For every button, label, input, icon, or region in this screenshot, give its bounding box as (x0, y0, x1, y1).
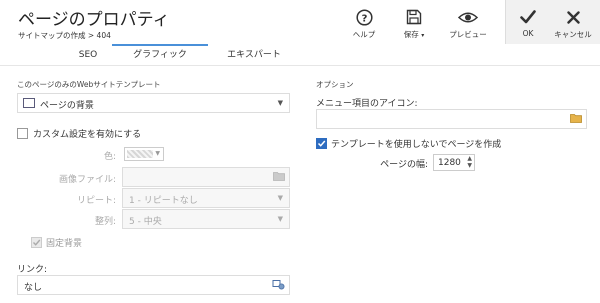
custom-settings-checkbox[interactable] (17, 128, 28, 139)
repeat-value: 1 - リピートなし (129, 196, 198, 206)
template-select[interactable]: ページの背景 ▼ (17, 93, 290, 113)
help-label: ヘルプ (352, 30, 376, 39)
spinner-arrows-icon[interactable]: ▲ ▼ (467, 155, 472, 169)
menu-icon-label: メニュー項目のアイコン: (316, 99, 418, 109)
checkmark-icon (33, 239, 41, 246)
image-file-label: 画像ファイル: (58, 175, 116, 185)
options-section-label: オプション (316, 80, 354, 89)
link-icon (272, 279, 285, 293)
save-button[interactable]: 保存 ▾ (396, 0, 432, 44)
save-label: 保存 ▾ (403, 30, 425, 39)
svg-text:?: ? (361, 13, 367, 24)
tab-graphic[interactable]: グラフィック (112, 44, 208, 66)
preview-label: プレビュー (449, 30, 487, 39)
color-swatch (127, 150, 153, 158)
fixed-background-label: 固定背景 (46, 239, 83, 249)
checkmark-icon (508, 8, 548, 26)
fixed-background-checkbox[interactable] (31, 237, 42, 248)
no-template-label: テンプレートを使用しないでページを作成 (331, 140, 502, 150)
breadcrumb[interactable]: サイトマップの作成 > 404 (18, 30, 111, 41)
checkmark-icon (317, 140, 326, 147)
ok-button[interactable]: OK (508, 0, 548, 44)
page-width-value: 1280 (438, 158, 461, 168)
help-icon: ? (346, 8, 382, 26)
repeat-select[interactable]: 1 - リピートなし ▼ (122, 188, 290, 208)
tab-seo[interactable]: SEO (68, 44, 108, 66)
align-label: 整列: (94, 217, 116, 227)
tab-expert[interactable]: エキスパート (214, 44, 294, 66)
image-file-field[interactable] (122, 167, 290, 187)
help-button[interactable]: ? ヘルプ (346, 0, 382, 44)
chevron-down-icon: ▼ (155, 150, 160, 157)
color-picker[interactable]: ▼ (124, 147, 164, 161)
folder-icon (570, 113, 582, 126)
chevron-down-icon: ▼ (277, 194, 283, 202)
color-label: 色: (103, 152, 116, 162)
cancel-label: キャンセル (554, 30, 592, 39)
align-value: 5 - 中央 (129, 217, 162, 227)
close-icon (551, 8, 595, 26)
eye-icon (446, 8, 490, 26)
template-icon (23, 98, 35, 108)
chevron-down-icon: ▾ (421, 32, 425, 39)
chevron-down-icon: ▼ (277, 215, 283, 223)
align-select[interactable]: 5 - 中央 ▼ (122, 209, 290, 229)
page-width-stepper[interactable]: 1280 ▲ ▼ (433, 154, 475, 171)
template-value: ページの背景 (40, 101, 94, 111)
ok-label: OK (522, 29, 534, 38)
link-value: なし (24, 283, 43, 293)
link-field[interactable]: なし (17, 275, 290, 295)
menu-icon-field[interactable] (316, 109, 587, 129)
cancel-button[interactable]: キャンセル (551, 0, 595, 44)
link-label: リンク: (17, 265, 48, 275)
page-header: ページのプロパティ サイトマップの作成 > 404 ? ヘルプ 保存 ▾ プレビ… (0, 0, 600, 44)
floppy-disk-icon (396, 8, 432, 26)
repeat-label: リピート: (76, 196, 116, 206)
page-width-label: ページの幅: (380, 160, 428, 170)
no-template-checkbox[interactable] (316, 138, 327, 149)
chevron-down-icon: ▼ (277, 99, 283, 107)
template-section-label: このページのみのWebサイトテンプレート (17, 80, 161, 89)
folder-icon (273, 171, 285, 184)
custom-settings-label: カスタム設定を有効にする (33, 130, 142, 140)
preview-button[interactable]: プレビュー (446, 0, 490, 44)
tab-bar: SEO グラフィック エキスパート (0, 44, 600, 66)
page-title: ページのプロパティ (18, 10, 170, 30)
